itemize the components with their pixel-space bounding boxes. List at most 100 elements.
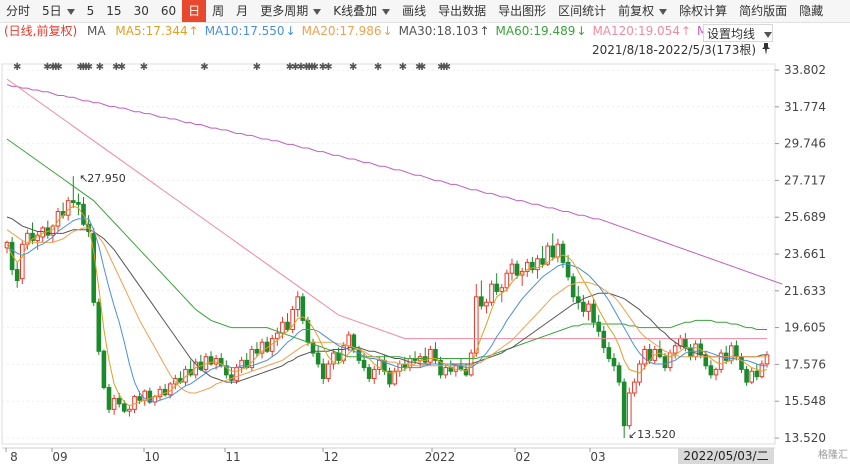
candle-body[interactable] bbox=[275, 332, 280, 340]
candle-body[interactable] bbox=[9, 241, 15, 271]
candle-body[interactable] bbox=[285, 321, 290, 330]
candle-body[interactable] bbox=[315, 352, 321, 365]
candle-body[interactable] bbox=[581, 301, 586, 312]
candle-body[interactable] bbox=[693, 343, 698, 358]
candle-body[interactable] bbox=[96, 301, 102, 352]
candle-body[interactable] bbox=[626, 392, 632, 427]
candle-body[interactable] bbox=[101, 350, 107, 389]
candle-body[interactable] bbox=[734, 345, 739, 358]
candle-body[interactable] bbox=[14, 269, 20, 282]
candle-body[interactable] bbox=[570, 276, 576, 298]
candle-body[interactable] bbox=[514, 263, 520, 276]
candle-body[interactable] bbox=[305, 319, 311, 343]
candle-body[interactable] bbox=[616, 365, 622, 383]
event-marker-icon[interactable]: ✱ bbox=[374, 62, 382, 73]
event-marker-icon[interactable]: ✱ bbox=[399, 62, 407, 73]
candle-body[interactable] bbox=[504, 272, 510, 289]
candle-body[interactable] bbox=[402, 363, 408, 369]
low-arrow-icon: ↙ bbox=[628, 428, 637, 441]
candle-body[interactable] bbox=[494, 283, 499, 292]
candle-body[interactable] bbox=[81, 203, 86, 225]
event-marker-icon[interactable]: ✱ bbox=[140, 62, 148, 73]
candle-body[interactable] bbox=[473, 296, 479, 354]
candle-body[interactable] bbox=[326, 363, 331, 379]
candle-body[interactable] bbox=[366, 367, 372, 379]
event-marker-icon[interactable]: ✱ bbox=[443, 62, 451, 73]
event-marker-icon[interactable]: ✱ bbox=[54, 62, 62, 73]
candle-body[interactable] bbox=[591, 303, 596, 323]
candle-body[interactable] bbox=[601, 330, 607, 349]
candle-body[interactable] bbox=[632, 381, 637, 394]
x-tick-label: 8 bbox=[10, 450, 18, 464]
candle-body[interactable] bbox=[499, 287, 505, 292]
candle-body[interactable] bbox=[65, 200, 71, 216]
candle-body[interactable] bbox=[336, 352, 341, 361]
candle-body[interactable] bbox=[560, 243, 566, 263]
event-marker-icon[interactable]: ✱ bbox=[96, 62, 104, 73]
candle-body[interactable] bbox=[111, 397, 117, 410]
candle-body[interactable] bbox=[672, 345, 678, 354]
candle-body[interactable] bbox=[550, 245, 556, 258]
candle-body[interactable] bbox=[428, 348, 433, 363]
candle-body[interactable] bbox=[718, 352, 724, 370]
x-tick-label: 09 bbox=[52, 450, 67, 464]
candle-body[interactable] bbox=[122, 403, 127, 412]
candle-body[interactable] bbox=[213, 358, 219, 365]
candle-body[interactable] bbox=[346, 334, 352, 347]
candle-body[interactable] bbox=[555, 243, 561, 258]
ma10-line bbox=[6, 218, 767, 403]
candle-body[interactable] bbox=[76, 201, 81, 205]
candle-body[interactable] bbox=[489, 283, 494, 303]
event-marker-icon[interactable]: ✱ bbox=[324, 62, 332, 73]
candle-body[interactable] bbox=[361, 359, 367, 369]
candle-body[interactable] bbox=[484, 301, 489, 307]
event-marker-icon[interactable]: ✱ bbox=[85, 62, 93, 73]
candle-body[interactable] bbox=[621, 381, 627, 427]
candle-body[interactable] bbox=[106, 387, 112, 410]
candle-body[interactable] bbox=[295, 296, 301, 311]
candle-body[interactable] bbox=[127, 408, 132, 412]
candle-body[interactable] bbox=[667, 352, 673, 369]
event-marker-icon[interactable]: ✱ bbox=[418, 62, 426, 73]
candle-body[interactable] bbox=[371, 368, 377, 379]
date-box: 2022/05/03/二 bbox=[678, 448, 774, 464]
candle-body[interactable] bbox=[662, 356, 668, 369]
y-tick-label: 29.746 bbox=[784, 137, 826, 151]
candle-body[interactable] bbox=[708, 365, 714, 376]
candle-body[interactable] bbox=[749, 370, 754, 383]
event-marker-icon[interactable]: ✱ bbox=[253, 62, 261, 73]
candle-body[interactable] bbox=[356, 348, 362, 361]
candle-body[interactable] bbox=[611, 358, 617, 367]
y-tick-label: 33.802 bbox=[784, 63, 826, 77]
candle-body[interactable] bbox=[683, 338, 688, 349]
stock-chart-window: 分时 5日 5 15 30 60 日周月更多周期 K线叠加 画线 导出数据 导出图形 区间统计 前复权除… bbox=[0, 0, 850, 464]
candle-body[interactable] bbox=[479, 296, 484, 307]
candle-body[interactable] bbox=[586, 303, 591, 312]
candlestick-chart[interactable]: 33.802 31.774 29.746 27.717 25.689 23.661 21.6… bbox=[0, 0, 850, 464]
candle-body[interactable] bbox=[137, 396, 142, 401]
x-tick-label: 2022 bbox=[425, 450, 456, 464]
event-marker-icon[interactable]: ✱ bbox=[200, 62, 208, 73]
y-tick-label: 23.661 bbox=[784, 247, 826, 261]
y-tick-label: 13.520 bbox=[784, 431, 826, 445]
event-marker-icon[interactable]: ✱ bbox=[310, 62, 318, 73]
candle-body[interactable] bbox=[540, 258, 545, 265]
event-marker-icon[interactable]: ✱ bbox=[349, 62, 357, 73]
candle-body[interactable] bbox=[280, 321, 285, 334]
candle-body[interactable] bbox=[713, 368, 719, 376]
candle-body[interactable] bbox=[71, 200, 76, 203]
candle-body[interactable] bbox=[754, 370, 760, 378]
candle-body[interactable] bbox=[739, 356, 744, 370]
candle-body[interactable] bbox=[20, 243, 25, 280]
event-marker-icon[interactable]: ✱ bbox=[118, 62, 126, 73]
ma20-line bbox=[6, 227, 767, 394]
candle-body[interactable] bbox=[234, 367, 239, 381]
candle-body[interactable] bbox=[254, 348, 260, 354]
candle-body[interactable] bbox=[320, 363, 326, 379]
candle-body[interactable] bbox=[606, 347, 612, 360]
candle-body[interactable] bbox=[744, 368, 749, 383]
event-marker-icon[interactable]: ✱ bbox=[13, 62, 21, 73]
candle-body[interactable] bbox=[509, 263, 515, 274]
candle-body[interactable] bbox=[116, 397, 122, 405]
candle-body[interactable] bbox=[443, 367, 448, 376]
